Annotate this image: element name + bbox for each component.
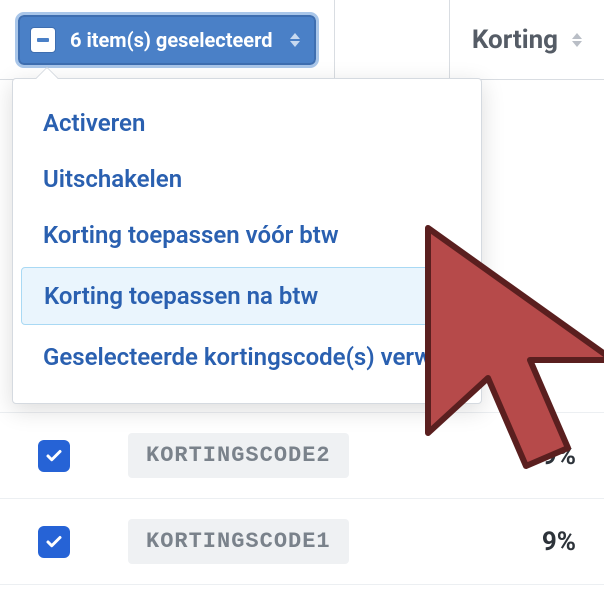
column-header-korting[interactable]: Korting xyxy=(450,0,604,79)
discount-code-chip: KORTINGSCODE1 xyxy=(128,519,349,564)
bulk-actions-dropdown: Activeren Uitschakelen Korting toepassen… xyxy=(12,78,482,404)
row-checkbox[interactable] xyxy=(38,526,70,558)
check-icon xyxy=(45,533,63,551)
bulk-actions-label: 6 item(s) geselecteerd xyxy=(70,28,272,52)
discount-code-chip: KORTINGSCODE2 xyxy=(128,433,349,478)
discount-value: 9% xyxy=(542,441,586,471)
dropdown-item-activeren[interactable]: Activeren xyxy=(13,95,481,151)
header-spacer xyxy=(335,0,449,79)
table-row: KORTINGSCODE1 9% xyxy=(0,499,604,585)
discount-value: 9% xyxy=(542,527,586,557)
column-header-label: Korting xyxy=(472,25,558,55)
row-checkbox[interactable] xyxy=(38,440,70,472)
dropdown-item-korting-na-btw[interactable]: Korting toepassen na btw xyxy=(21,267,473,325)
table-row: KORTINGSCODE2 9% xyxy=(0,413,604,499)
bulk-actions-cell: 6 item(s) geselecteerd xyxy=(0,0,335,79)
indeterminate-checkbox-icon[interactable] xyxy=(30,27,56,53)
table-body: KORTINGSCODE2 9% KORTINGSCODE1 9% xyxy=(0,412,604,585)
dropdown-item-verwijderen[interactable]: Geselecteerde kortingscode(s) verwijdere… xyxy=(13,329,481,385)
dropdown-item-korting-voor-btw[interactable]: Korting toepassen vóór btw xyxy=(13,207,481,263)
check-icon xyxy=(45,447,63,465)
sort-icon xyxy=(572,33,582,47)
table-header: 6 item(s) geselecteerd Korting xyxy=(0,0,604,80)
bulk-actions-button[interactable]: 6 item(s) geselecteerd xyxy=(18,15,316,65)
dropdown-item-uitschakelen[interactable]: Uitschakelen xyxy=(13,151,481,207)
chevron-sort-icon xyxy=(290,33,300,47)
